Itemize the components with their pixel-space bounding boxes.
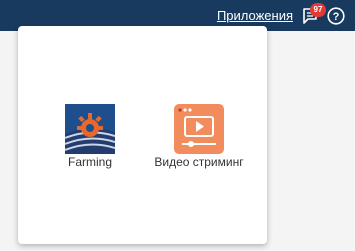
applications-link[interactable]: Приложения — [217, 8, 293, 23]
app-tile-video-streaming[interactable]: Видео стриминг — [144, 104, 254, 169]
app-label-farming: Farming — [67, 155, 112, 169]
svg-text:?: ? — [333, 11, 340, 23]
app-tile-farming[interactable]: Farming — [35, 104, 145, 169]
app-label-video-streaming: Видео стриминг — [154, 155, 244, 169]
applications-panel: Farming Видео стриминг — [18, 26, 267, 244]
help-icon: ? — [327, 7, 345, 25]
help-button[interactable]: ? — [327, 7, 345, 25]
video-player-icon — [174, 104, 224, 154]
farming-gear-icon — [65, 104, 115, 154]
notification-badge: 97 — [310, 3, 326, 17]
